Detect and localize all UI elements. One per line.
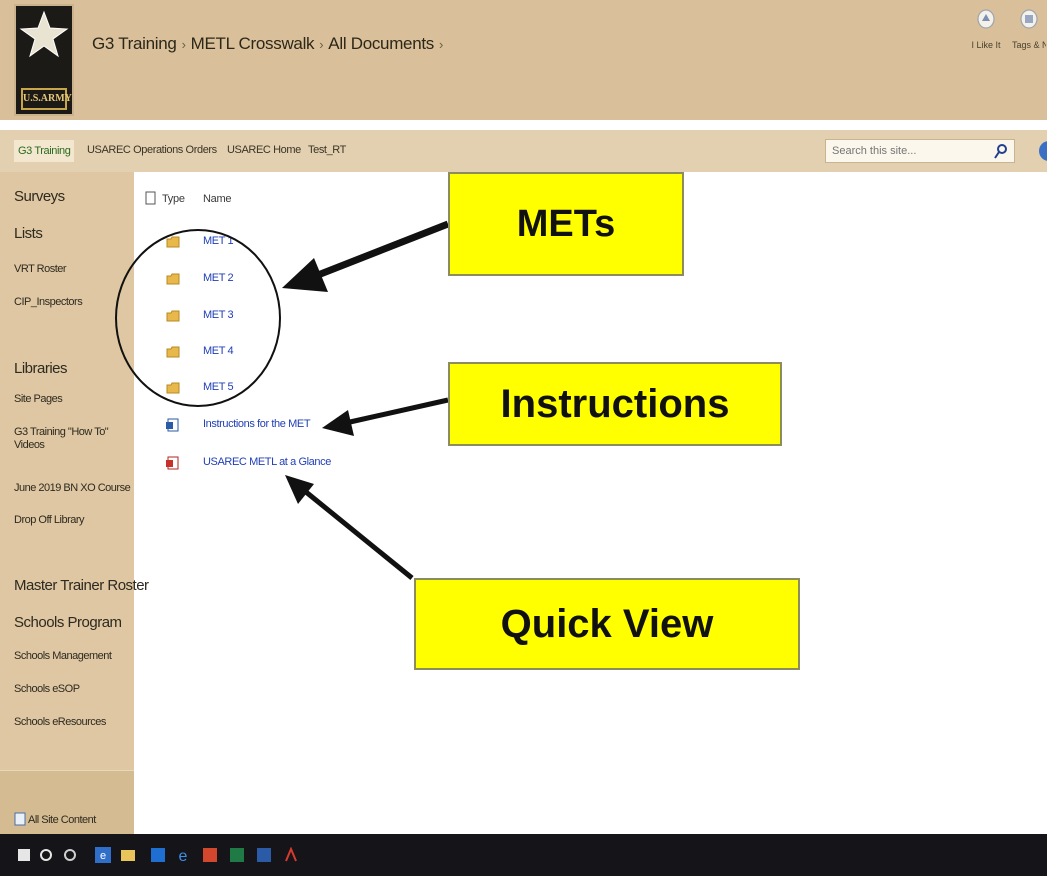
outlook-icon[interactable]	[150, 847, 166, 863]
edge-icon[interactable]: e	[175, 847, 191, 863]
quick-view-arrow	[285, 475, 414, 580]
powerpoint-icon[interactable]	[202, 847, 218, 863]
mets-arrow	[282, 220, 450, 292]
file-explorer-icon[interactable]	[120, 847, 136, 863]
ie-icon[interactable]: e	[95, 847, 111, 863]
svg-text:e: e	[179, 848, 188, 863]
windows-start-icon[interactable]	[16, 847, 32, 863]
mets-highlight-circle	[115, 229, 281, 407]
search-icon[interactable]	[38, 847, 54, 863]
word-icon[interactable]	[256, 847, 272, 863]
callout-instructions: Instructions	[448, 362, 782, 446]
acrobat-icon[interactable]	[283, 847, 299, 863]
callout-quick-view: Quick View	[414, 578, 800, 670]
task-view-icon[interactable]	[62, 847, 78, 863]
callout-mets: METs	[448, 172, 684, 276]
excel-icon[interactable]	[229, 847, 245, 863]
instructions-arrow	[322, 397, 449, 436]
svg-text:e: e	[100, 850, 106, 862]
